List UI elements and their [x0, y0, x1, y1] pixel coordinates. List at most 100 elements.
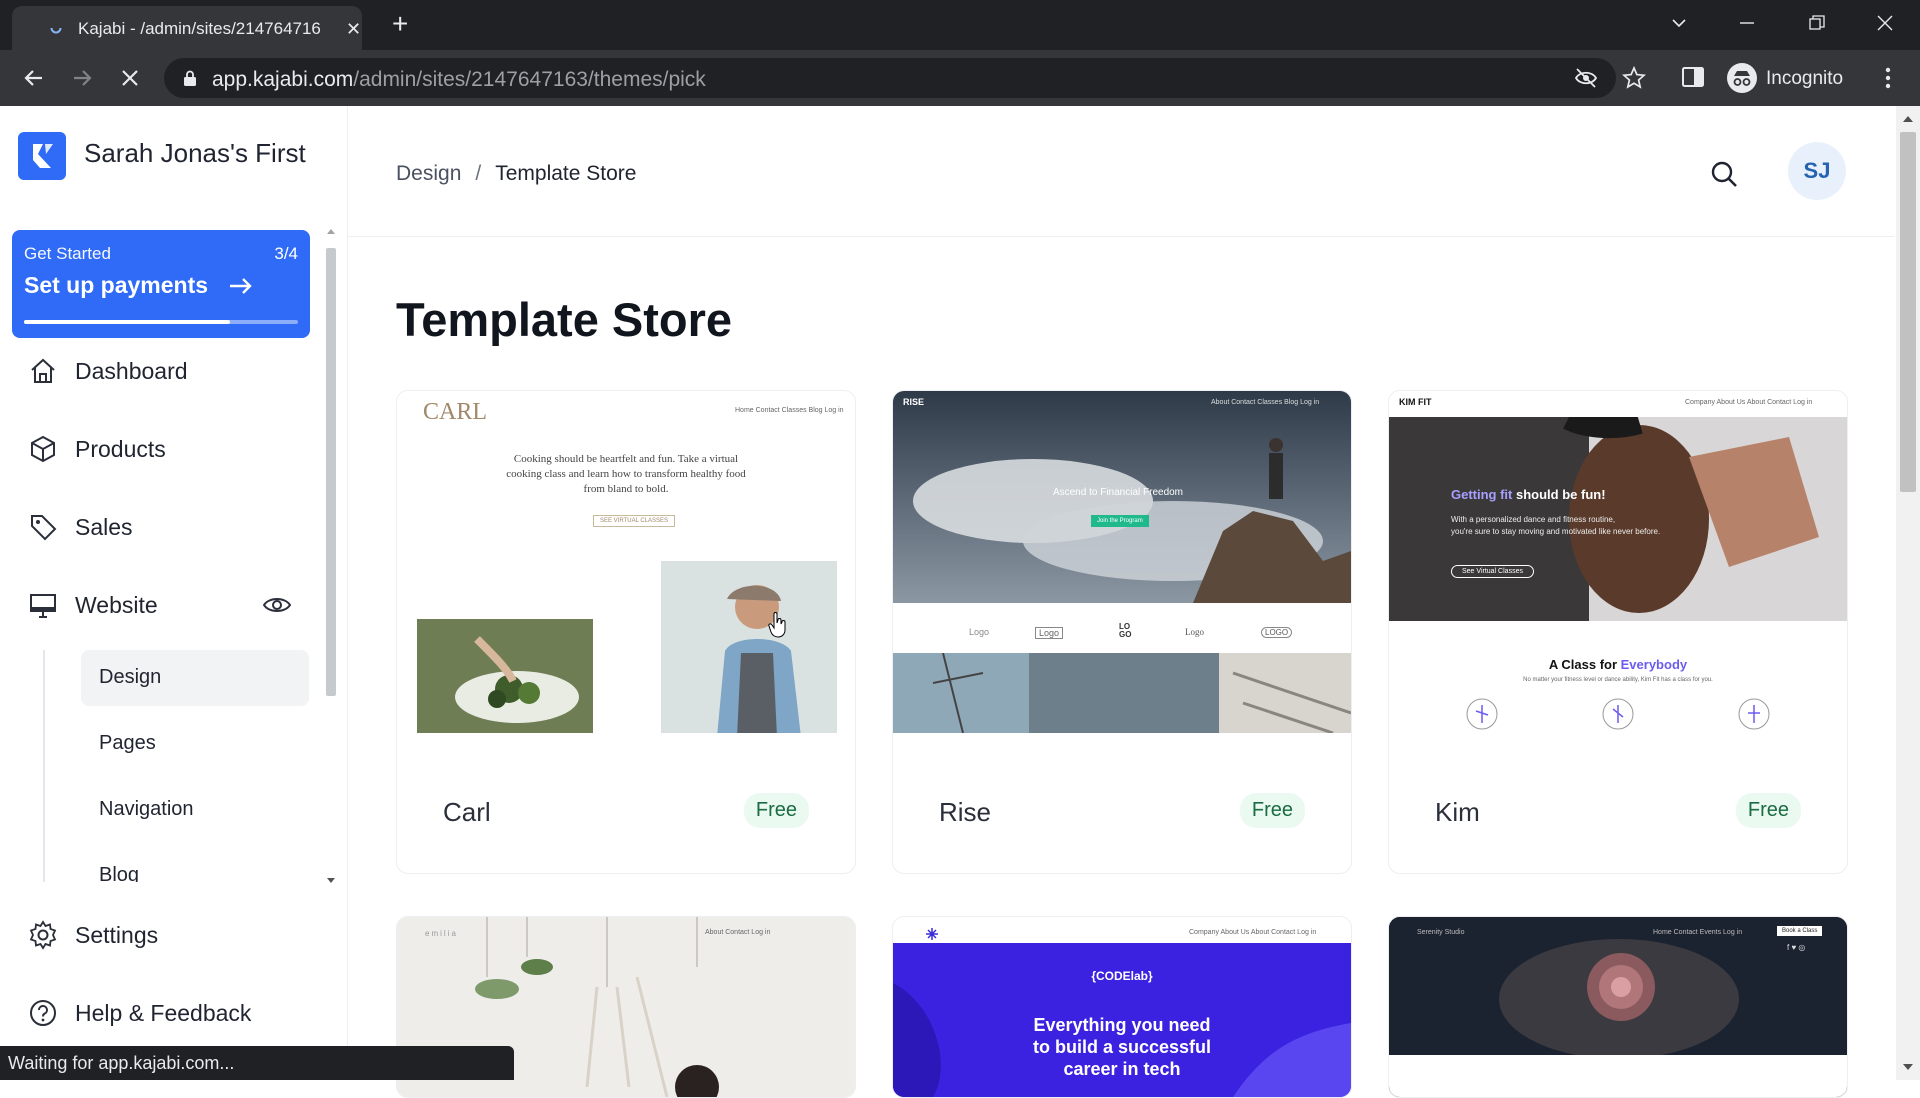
preview-headline: Ascend to Financial Freedom [1052, 487, 1184, 498]
sidebar-item-website[interactable]: Website [28, 588, 296, 624]
template-preview-kim: KIM FIT Company About Us About Contact L… [1389, 391, 1847, 733]
sidebar-subitem-design[interactable]: Design [81, 650, 309, 706]
preview-nav: Home Contact Events Log in [1653, 929, 1743, 936]
preview-cta: Join the Program [1091, 515, 1149, 527]
eye-off-icon[interactable] [1574, 67, 1598, 89]
browser-status-bar: Waiting for app.kajabi.com... [0, 1046, 514, 1080]
preview-headline: career in tech [1063, 1059, 1181, 1079]
tab-close-icon[interactable]: ✕ [346, 19, 361, 40]
preview-logo: {CODElab} [1091, 969, 1153, 983]
submenu-rail [43, 650, 45, 882]
home-icon [31, 358, 55, 383]
monitor-icon [30, 594, 56, 618]
preview-sub: you're sure to stay moving and motivated… [1451, 527, 1661, 536]
side-panel-icon[interactable] [1680, 64, 1706, 90]
sidebar-subitem-label: Pages [99, 732, 156, 754]
template-card-serenity[interactable]: Serenity Studio Home Contact Events Log … [1388, 916, 1848, 1098]
template-card-kim[interactable]: KIM FIT Company About Us About Contact L… [1388, 390, 1848, 874]
browser-tab[interactable]: Kajabi - /admin/sites/214764716 ✕ [12, 6, 362, 50]
search-icon[interactable] [1710, 160, 1738, 188]
breadcrumb-separator: / [475, 162, 482, 185]
browser-toolbar: app.kajabi.com/admin/sites/2147647163/th… [0, 50, 1920, 106]
scroll-up-icon[interactable] [1902, 114, 1914, 124]
site-name[interactable]: Sarah Jonas's First [84, 138, 306, 169]
preview-headline: cooking class and learn how to transform… [506, 468, 746, 480]
sidebar-item-label: Website [75, 592, 158, 618]
get-started-label: Get Started [24, 244, 111, 263]
preview-cta: SEE VIRTUAL CLASSES [593, 515, 676, 527]
top-bar: Design / Template Store SJ [348, 106, 1894, 237]
browser-menu-icon[interactable] [1880, 64, 1896, 92]
scroll-down-icon[interactable] [1902, 1062, 1914, 1072]
bookmark-star-icon[interactable] [1622, 66, 1646, 90]
lock-icon [184, 70, 196, 86]
minimize-icon[interactable] [1738, 14, 1756, 32]
tab-search-icon[interactable] [1670, 14, 1688, 32]
template-card-codelab[interactable]: Company About Us About Contact Log in {C… [892, 916, 1352, 1098]
preview-logo-strip-item: LO GO [1119, 622, 1132, 639]
preview-section-sub: No matter your fitness level or dance ab… [1523, 677, 1713, 683]
page-title: Template Store [396, 293, 733, 346]
preview-sub: With a personalized dance and fitness ro… [1451, 515, 1616, 524]
preview-logo: KIM FIT [1399, 397, 1432, 407]
sidebar-subitem-label: Design [99, 666, 162, 688]
stop-loading-icon[interactable] [116, 64, 144, 92]
tag-icon [31, 515, 57, 541]
avatar[interactable]: SJ [1788, 142, 1846, 200]
sidebar: Sarah Jonas's First Get Started 3/4 Set … [0, 106, 348, 1080]
price-badge: Free [1735, 793, 1801, 828]
incognito-icon [1727, 63, 1757, 93]
preview-eye-icon[interactable] [262, 594, 292, 616]
sidebar-scroll-thumb[interactable] [326, 248, 336, 696]
preview-nav: About Contact Classes Blog Log in [1211, 399, 1320, 406]
sidebar-subitem-navigation[interactable]: Navigation [81, 782, 309, 838]
preview-logo: CARL [423, 399, 488, 425]
browser-tab-strip: Kajabi - /admin/sites/214764716 ✕ + [0, 0, 1920, 50]
preview-nav: Home Contact Classes Blog Log in [735, 407, 844, 414]
template-card-rise[interactable]: RISE About Contact Classes Blog Log in A… [892, 390, 1352, 874]
chef-photo [661, 561, 837, 733]
gear-icon [29, 920, 57, 950]
page-scroll-thumb[interactable] [1900, 132, 1916, 492]
template-name: Rise [939, 797, 992, 827]
preview-section-title: A Class for Everybody [1548, 657, 1688, 672]
sidebar-subitem-label: Navigation [99, 798, 194, 820]
preview-headline: Cooking should be heartfelt and fun. Tak… [513, 453, 739, 465]
get-started-card[interactable]: Get Started 3/4 Set up payments [12, 230, 310, 338]
sidebar-item-label: Help & Feedback [75, 1000, 252, 1026]
sidebar-item-label: Settings [75, 922, 159, 948]
breadcrumb-design-link[interactable]: Design [396, 162, 461, 185]
preview-headline: from bland to bold. [583, 483, 669, 495]
preview-nav: Company About Us About Contact Log in [1189, 929, 1317, 936]
incognito-profile[interactable]: Incognito [1722, 58, 1858, 98]
page-scrollbar[interactable] [1896, 106, 1920, 1080]
sidebar-subitem-blog[interactable]: Blog [81, 848, 309, 882]
kajabi-logo-icon[interactable] [18, 132, 66, 180]
scroll-down-icon[interactable] [326, 876, 336, 886]
url-text: app.kajabi.com/admin/sites/2147647163/th… [212, 68, 706, 91]
close-window-icon[interactable] [1876, 14, 1894, 32]
preview-headline: Everything you need [1033, 1015, 1211, 1035]
help-circle-icon [30, 1000, 56, 1026]
main-content: Design / Template Store SJ Template Store … [348, 106, 1894, 1098]
sidebar-scrollbar[interactable] [325, 226, 337, 886]
sidebar-subitem-label: Blog [99, 864, 140, 882]
price-badge: Free [1239, 793, 1305, 828]
restore-icon[interactable] [1808, 14, 1826, 32]
get-started-title: Set up payments [24, 272, 209, 298]
template-name: Kim [1435, 797, 1480, 827]
back-icon[interactable] [20, 64, 48, 92]
preview-headline: Getting fit should be fun! [1451, 487, 1606, 502]
scroll-up-icon[interactable] [326, 226, 336, 236]
get-started-count: 3/4 [274, 244, 298, 263]
preview-nav: About Contact Log in [705, 929, 771, 936]
address-bar[interactable]: app.kajabi.com/admin/sites/2147647163/th… [164, 58, 1646, 98]
loading-spinner-icon [50, 22, 62, 34]
forward-icon[interactable] [68, 64, 96, 92]
sidebar-item-label: Products [75, 436, 166, 462]
sidebar-item-label: Dashboard [75, 358, 188, 384]
get-started-progress-fill [24, 320, 230, 324]
sidebar-subitem-pages[interactable]: Pages [81, 716, 309, 772]
tab-title: Kajabi - /admin/sites/214764716 [78, 19, 321, 38]
new-tab-icon[interactable]: + [392, 10, 408, 38]
